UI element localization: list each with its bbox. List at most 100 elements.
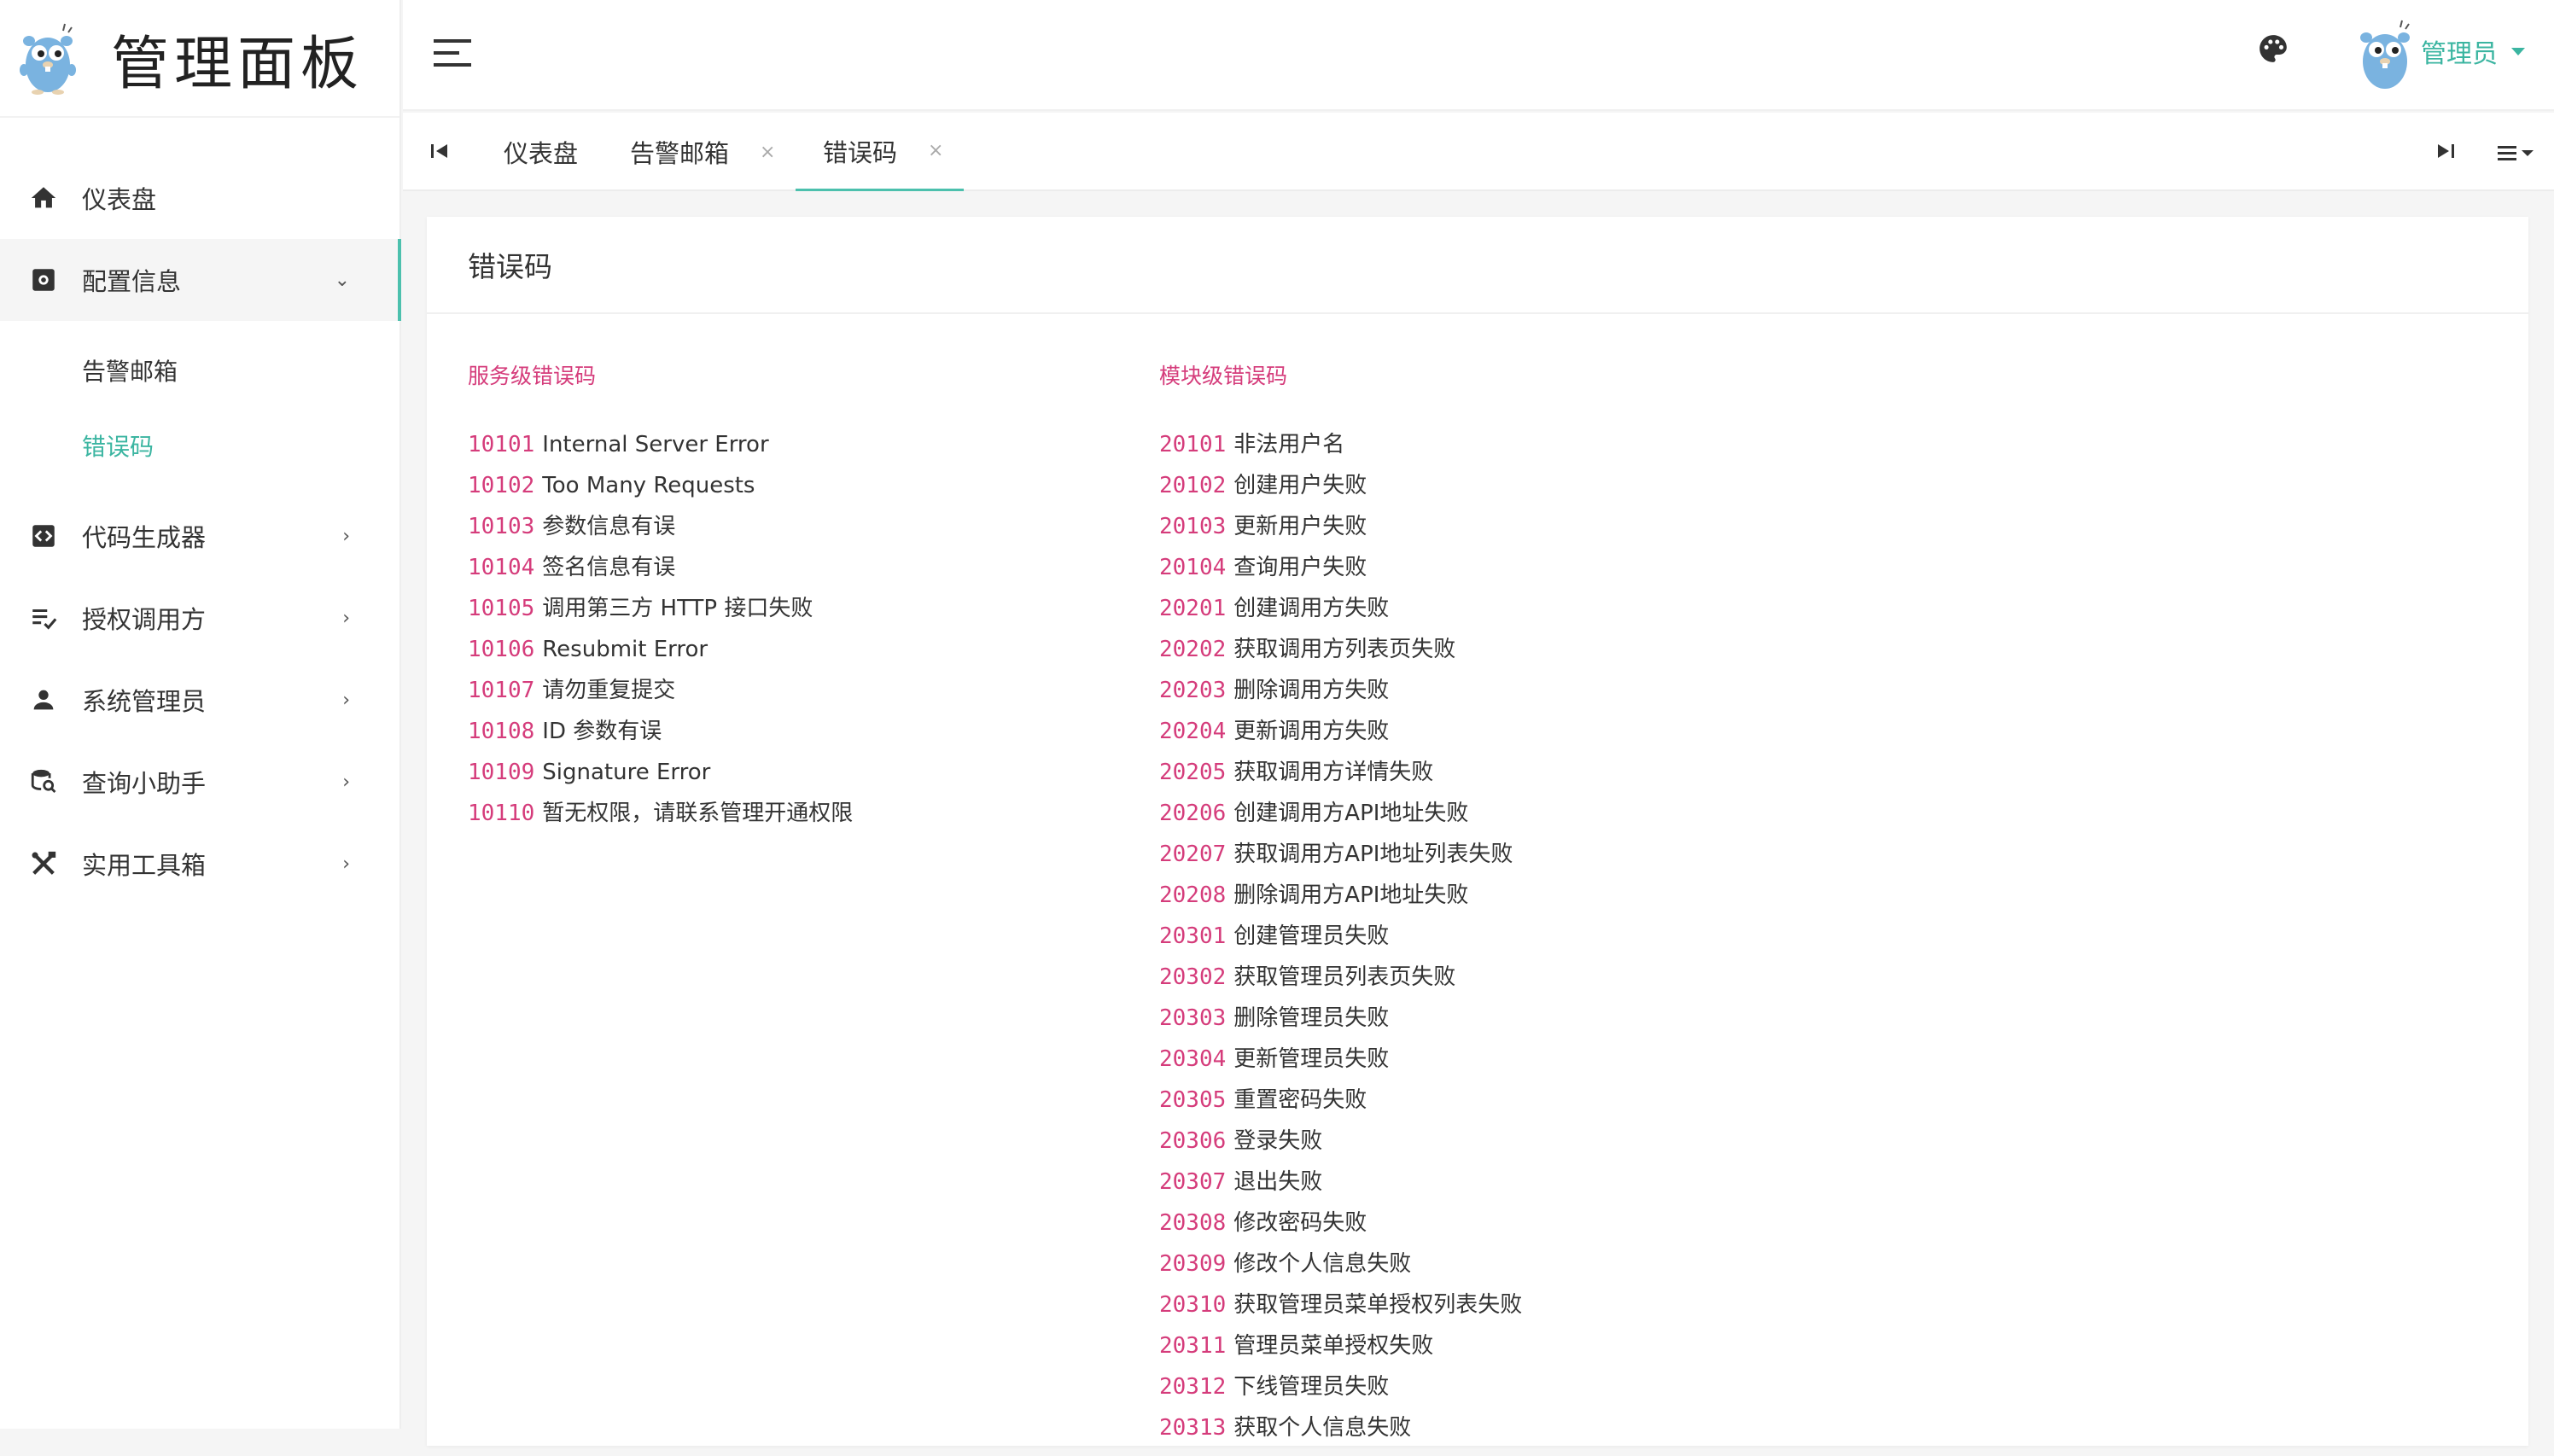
error-code: 20102 [1159,473,1227,498]
error-code-row: 20301 创建管理员失败 [1159,923,1522,964]
error-code: 20101 [1159,432,1227,457]
error-code: 20201 [1159,596,1227,621]
error-description: 修改个人信息失败 [1233,1251,1412,1277]
error-code-row: 20201 创建调用方失败 [1159,596,1522,637]
error-code-row: 20304 更新管理员失败 [1159,1046,1522,1087]
error-description: 下线管理员失败 [1233,1374,1390,1400]
error-code: 20204 [1159,719,1227,744]
error-code-row: 20203 删除调用方失败 [1159,678,1522,719]
sidebar-item-label: 配置信息 [82,267,182,296]
sidebar-item-label: 代码生成器 [82,523,207,552]
error-code: 20208 [1159,882,1227,908]
sidebar-item-label: 查询小助手 [82,769,207,798]
error-description: 创建调用方API地址失败 [1233,801,1469,826]
error-code-row: 20208 删除调用方API地址失败 [1159,882,1522,923]
error-code-row: 10108 ID 参数有误 [468,719,853,760]
close-icon[interactable]: × [760,142,775,163]
error-code-row: 20310 获取管理员菜单授权列表失败 [1159,1292,1522,1333]
error-description: 退出失败 [1233,1169,1323,1195]
tab-error-code[interactable]: 错误码 × [796,113,965,191]
error-description: Resubmit Error [542,637,708,662]
error-code: 10101 [468,432,535,457]
card-title: 错误码 [427,217,2528,314]
error-code: 20303 [1159,1005,1227,1031]
close-icon[interactable]: × [928,140,943,161]
sidebar-item-codegen[interactable]: 代码生成器 › [0,495,399,577]
error-code: 20309 [1159,1251,1227,1277]
error-code: 20202 [1159,637,1227,662]
sidebar-item-admin[interactable]: 系统管理员 › [0,659,399,741]
error-description: 创建调用方失败 [1233,596,1390,621]
error-code: 10108 [468,719,535,744]
error-code: 10107 [468,678,535,703]
error-code-row: 10102 Too Many Requests [468,473,853,514]
error-description: 删除调用方API地址失败 [1233,882,1469,908]
error-code: 20305 [1159,1087,1227,1113]
error-code-row: 10107 请勿重复提交 [468,678,853,719]
menu-toggle-icon[interactable] [434,38,473,68]
chevron-right-icon: › [342,607,350,629]
error-description: 登录失败 [1233,1128,1323,1154]
skip-next-icon[interactable] [2436,142,2455,160]
error-code: 20203 [1159,678,1227,703]
error-code-row: 10104 签名信息有误 [468,555,853,596]
error-code-row: 10103 参数信息有误 [468,514,853,555]
tab-bar: 仪表盘 告警邮箱 × 错误码 × [403,113,2554,191]
error-description: 更新用户失败 [1233,514,1367,539]
error-code: 20205 [1159,760,1227,785]
sidebar-item-authorized[interactable]: 授权调用方 › [0,577,399,659]
code-box-icon [29,521,58,550]
theme-palette-icon[interactable] [2257,32,2289,65]
sidebar-subitem-label: 错误码 [82,433,155,461]
tab-label: 错误码 [823,137,898,167]
sidebar-item-dashboard[interactable]: 仪表盘 [0,157,399,239]
top-header: 管理员 [403,0,2554,111]
error-code: 10106 [468,637,535,662]
error-code: 20304 [1159,1046,1227,1072]
error-code-row: 10109 Signature Error [468,760,853,801]
logo[interactable]: 管理面板 [0,0,399,118]
error-code: 20104 [1159,555,1227,580]
error-code: 10103 [468,514,535,539]
home-icon [29,183,58,213]
error-code-row: 20311 管理员菜单授权失败 [1159,1333,1522,1374]
error-description: 签名信息有误 [542,555,676,580]
sidebar-item-tools[interactable]: 实用工具箱 › [0,823,399,905]
tab-dashboard[interactable]: 仪表盘 [504,113,578,191]
user-dropdown[interactable]: 管理员 [2421,32,2525,70]
error-code: 20308 [1159,1210,1227,1236]
error-code-row: 20202 获取调用方列表页失败 [1159,637,1522,678]
error-description: 获取调用方API地址列表失败 [1233,842,1513,867]
tab-menu-icon[interactable] [2498,143,2537,162]
tab-alert-email[interactable]: 告警邮箱 × [630,113,775,191]
skip-previous-icon[interactable] [430,142,449,160]
error-code-row: 20305 重置密码失败 [1159,1087,1522,1128]
caret-down-icon [2511,47,2525,55]
error-code-row: 20309 修改个人信息失败 [1159,1251,1522,1292]
sidebar-item-query[interactable]: 查询小助手 › [0,741,399,823]
content-card: 错误码 服务级错误码 10101 Internal Server Error 101… [427,217,2528,1446]
error-code-row: 20303 删除管理员失败 [1159,1005,1522,1046]
error-description: 获取调用方详情失败 [1233,760,1434,785]
error-code: 10102 [468,473,535,498]
database-search-icon [29,767,58,796]
error-description: 调用第三方 HTTP 接口失败 [542,596,813,621]
tools-icon [29,849,58,878]
column-title: 模块级错误码 [1159,364,1288,388]
sidebar-item-config[interactable]: 配置信息 ⌄ [0,239,401,321]
error-code-row: 10106 Resubmit Error [468,637,853,678]
chevron-down-icon: ⌄ [334,269,350,291]
error-code: 20313 [1159,1415,1227,1441]
sidebar-subitem-alert-email[interactable]: 告警邮箱 [0,333,399,408]
error-description: 参数信息有误 [542,514,676,539]
error-code: 10110 [468,801,535,826]
error-description: Too Many Requests [542,473,755,498]
chevron-right-icon: › [342,689,350,711]
error-code: 20207 [1159,842,1227,867]
sidebar-item-label: 授权调用方 [82,605,207,634]
sidebar-subitem-error-code[interactable]: 错误码 [0,408,399,483]
error-code: 20311 [1159,1333,1227,1359]
column-title: 服务级错误码 [468,364,597,388]
avatar[interactable] [2353,17,2417,92]
error-code-row: 20307 退出失败 [1159,1169,1522,1210]
